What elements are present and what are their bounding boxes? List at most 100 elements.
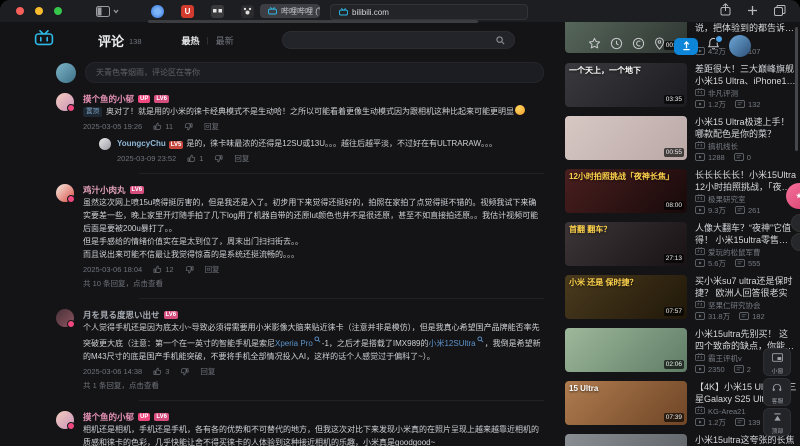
notification-bell-icon[interactable] xyxy=(707,35,723,55)
comment-date: 2025-03-06 14:38 xyxy=(83,366,143,376)
extension-icon-paw[interactable] xyxy=(241,4,254,18)
reply-button[interactable]: 回复 xyxy=(234,153,249,164)
view-replies-link[interactable]: 共 1 条回复，点击查看 xyxy=(83,380,544,391)
side-tool-headset[interactable]: 客服 xyxy=(763,378,791,406)
comment-inline-link[interactable]: 小米12SUltra xyxy=(428,339,475,348)
comment-text: 虽然这次网上喷15u喷得挺厉害的，但是我还是入了。初步用下来觉得还挺好的，拍照在… xyxy=(83,198,539,233)
side-tool-pip[interactable]: 小窗 xyxy=(763,348,791,376)
danmaku-count: 182 xyxy=(739,312,765,321)
close-window-button[interactable] xyxy=(16,7,24,15)
uploader-name[interactable]: 坚果仁研究协会 xyxy=(708,300,761,311)
zoom-window-button[interactable] xyxy=(54,7,62,15)
dislike-button[interactable] xyxy=(214,154,223,163)
like-button[interactable]: 1 xyxy=(187,154,203,163)
tab-bilibili-home[interactable]: 哔哩哔哩 (゜-゜)... xyxy=(260,4,320,18)
like-button[interactable]: 3 xyxy=(153,367,169,376)
uploader-name[interactable]: 非凡评测 xyxy=(708,88,738,99)
dislike-button[interactable] xyxy=(185,265,194,274)
thumbnail-caption: 首翻 翻车？ xyxy=(569,224,612,234)
danmaku-count-value: 0 xyxy=(746,152,751,162)
comment-paragraph: 而且说出来可能不信最让我觉得惊喜的是系统还挺流畅的。。。 xyxy=(83,248,544,261)
commenter-name[interactable]: 鸡汁小肉丸 xyxy=(83,184,126,196)
bilibili-logo-icon[interactable] xyxy=(34,29,54,51)
uploader-name[interactable]: 搞机线长 xyxy=(708,141,738,152)
comment-inline-link[interactable]: Xperia Pro xyxy=(275,339,313,348)
commenter-avatar[interactable] xyxy=(56,309,75,328)
reply-button[interactable]: 回复 xyxy=(200,366,215,377)
video-thumbnail: 15 Ultra 07:39 xyxy=(565,380,687,425)
vip-dot-icon xyxy=(67,195,75,203)
extension-icon-monkey[interactable] xyxy=(211,4,224,18)
uploader-name[interactable]: 爱玩的松鼠军曹 xyxy=(708,247,761,258)
video-thumbnail: 一个天上，一个地下 03:35 xyxy=(565,62,687,107)
side-tool-top[interactable]: 顶部 xyxy=(763,408,791,436)
video-info: 人像大翻车？“夜神”它值得！ 小米15ultra零售版首拍...爱玩的松鼠军曹5… xyxy=(695,222,797,269)
page-scrollbar[interactable] xyxy=(795,27,798,151)
uploader-name[interactable]: 霸王评机v xyxy=(708,353,742,364)
upload-button[interactable] xyxy=(674,37,698,55)
commenter-avatar[interactable] xyxy=(56,93,75,112)
commenter-name[interactable]: 月を見る度思い出せ xyxy=(83,309,160,321)
dislike-button[interactable] xyxy=(180,367,189,376)
danmaku-count-value: 261 xyxy=(747,205,761,215)
reply-avatar[interactable] xyxy=(99,138,111,150)
comment-input[interactable]: 天青色等烟雨，评论区在等你 xyxy=(85,62,544,83)
user-badge: UP xyxy=(138,94,151,103)
sidebar-toggle-icon[interactable] xyxy=(96,5,119,17)
uploader-tv-icon xyxy=(695,300,705,310)
uploader-tv-icon xyxy=(695,406,705,416)
view-count-value: 1.2万 xyxy=(708,417,726,427)
location-pin-icon[interactable] xyxy=(654,37,665,55)
comment-divider xyxy=(139,298,544,299)
dislike-button[interactable] xyxy=(184,122,193,131)
comment-search-input[interactable] xyxy=(281,31,515,49)
extension-icon-u[interactable]: U xyxy=(181,4,194,18)
like-count: 12 xyxy=(165,264,174,274)
commenter-avatar[interactable] xyxy=(56,411,75,430)
tab-hot[interactable]: 最热 xyxy=(182,34,200,47)
new-tab-icon[interactable] xyxy=(747,3,758,21)
commenter-name[interactable]: 摸个鱼的小郁 xyxy=(83,93,134,105)
related-video-card[interactable]: 12小时拍照挑战「夜神长焦」 08:00 长长长长长！小米15Ultra 12小时拍… xyxy=(565,168,797,216)
video-title: 说，把体验到的都告诉你！ xyxy=(695,23,786,33)
view-replies-link[interactable]: 共 10 条回复，点击查看 xyxy=(83,278,544,289)
video-duration: 03:35 xyxy=(663,94,684,104)
tab-new[interactable]: 最新 xyxy=(216,34,234,47)
comment-paragraph: 置顶 奥对了！就是用的小米的徕卡经典模式不是生动哈！之所以可能看着更像生动模式因为… xyxy=(83,105,544,118)
tab-overview-icon[interactable] xyxy=(774,3,786,21)
user-avatar[interactable] xyxy=(729,35,751,57)
comments-count: 138 xyxy=(129,37,142,46)
video-title: 人像大翻车？“夜神”它值得！ 小米15ultra零售版首拍... xyxy=(695,222,791,246)
browser-chrome: U 哔哩哔哩 (゜-゜)... bilibili.com xyxy=(0,0,800,22)
reply-button[interactable]: 回复 xyxy=(204,121,219,132)
minimize-window-button[interactable] xyxy=(35,7,43,15)
like-button[interactable]: 11 xyxy=(153,122,173,131)
user-badge: LV6 xyxy=(129,185,145,194)
my-avatar[interactable] xyxy=(56,62,76,83)
comment-reply: YoungcyChu LV5 是的，徕卡味最浓的还得是12SU或13U。。。越往后越… xyxy=(83,137,544,164)
notification-badge xyxy=(715,35,723,43)
like-button[interactable]: 12 xyxy=(153,264,174,274)
tab-active-bilibili[interactable]: bilibili.com xyxy=(330,4,528,20)
related-video-card[interactable]: 一个天上，一个地下 03:35 差距很大！三大巅峰旗舰小米15 Ultra、iPho… xyxy=(565,62,797,110)
reply-author[interactable]: YoungcyChu xyxy=(117,139,166,148)
tab-separator: | xyxy=(206,35,209,45)
commenter-name[interactable]: 摸个鱼的小郁 xyxy=(83,411,134,423)
comment-name-row: 摸个鱼的小郁 UP LV6 xyxy=(83,92,544,105)
uploader-name[interactable]: 极果研究室 xyxy=(708,194,746,205)
coin-icon[interactable] xyxy=(632,37,645,55)
related-video-card[interactable]: 00:55 小米15 Ultra极速上手！ 哪款配色是你的菜？ 搞机线长 1288 0 xyxy=(565,115,797,163)
commenter-avatar[interactable] xyxy=(56,184,75,203)
view-count: 1288 xyxy=(695,153,725,162)
danmaku-count: 261 xyxy=(735,205,761,215)
share-icon[interactable] xyxy=(720,3,731,21)
related-video-card[interactable]: 首翻 翻车？ 27:13 人像大翻车？“夜神”它值得！ 小米15ultra零售版首拍… xyxy=(565,221,797,269)
related-video-card[interactable]: 小米 还是 保时捷？ 07:57 买小米su7 ultra还是保时捷？ 欧洲人回答很… xyxy=(565,274,797,322)
uploader-name[interactable]: KG-Area21 xyxy=(708,407,746,416)
favorite-star-icon[interactable] xyxy=(588,37,601,55)
video-stats: 1.2万 132 xyxy=(695,99,797,110)
reply-button[interactable]: 回复 xyxy=(205,264,220,275)
extension-icon-blue[interactable] xyxy=(151,4,164,18)
history-clock-icon[interactable] xyxy=(610,37,623,55)
view-count-value: 1288 xyxy=(708,152,725,162)
